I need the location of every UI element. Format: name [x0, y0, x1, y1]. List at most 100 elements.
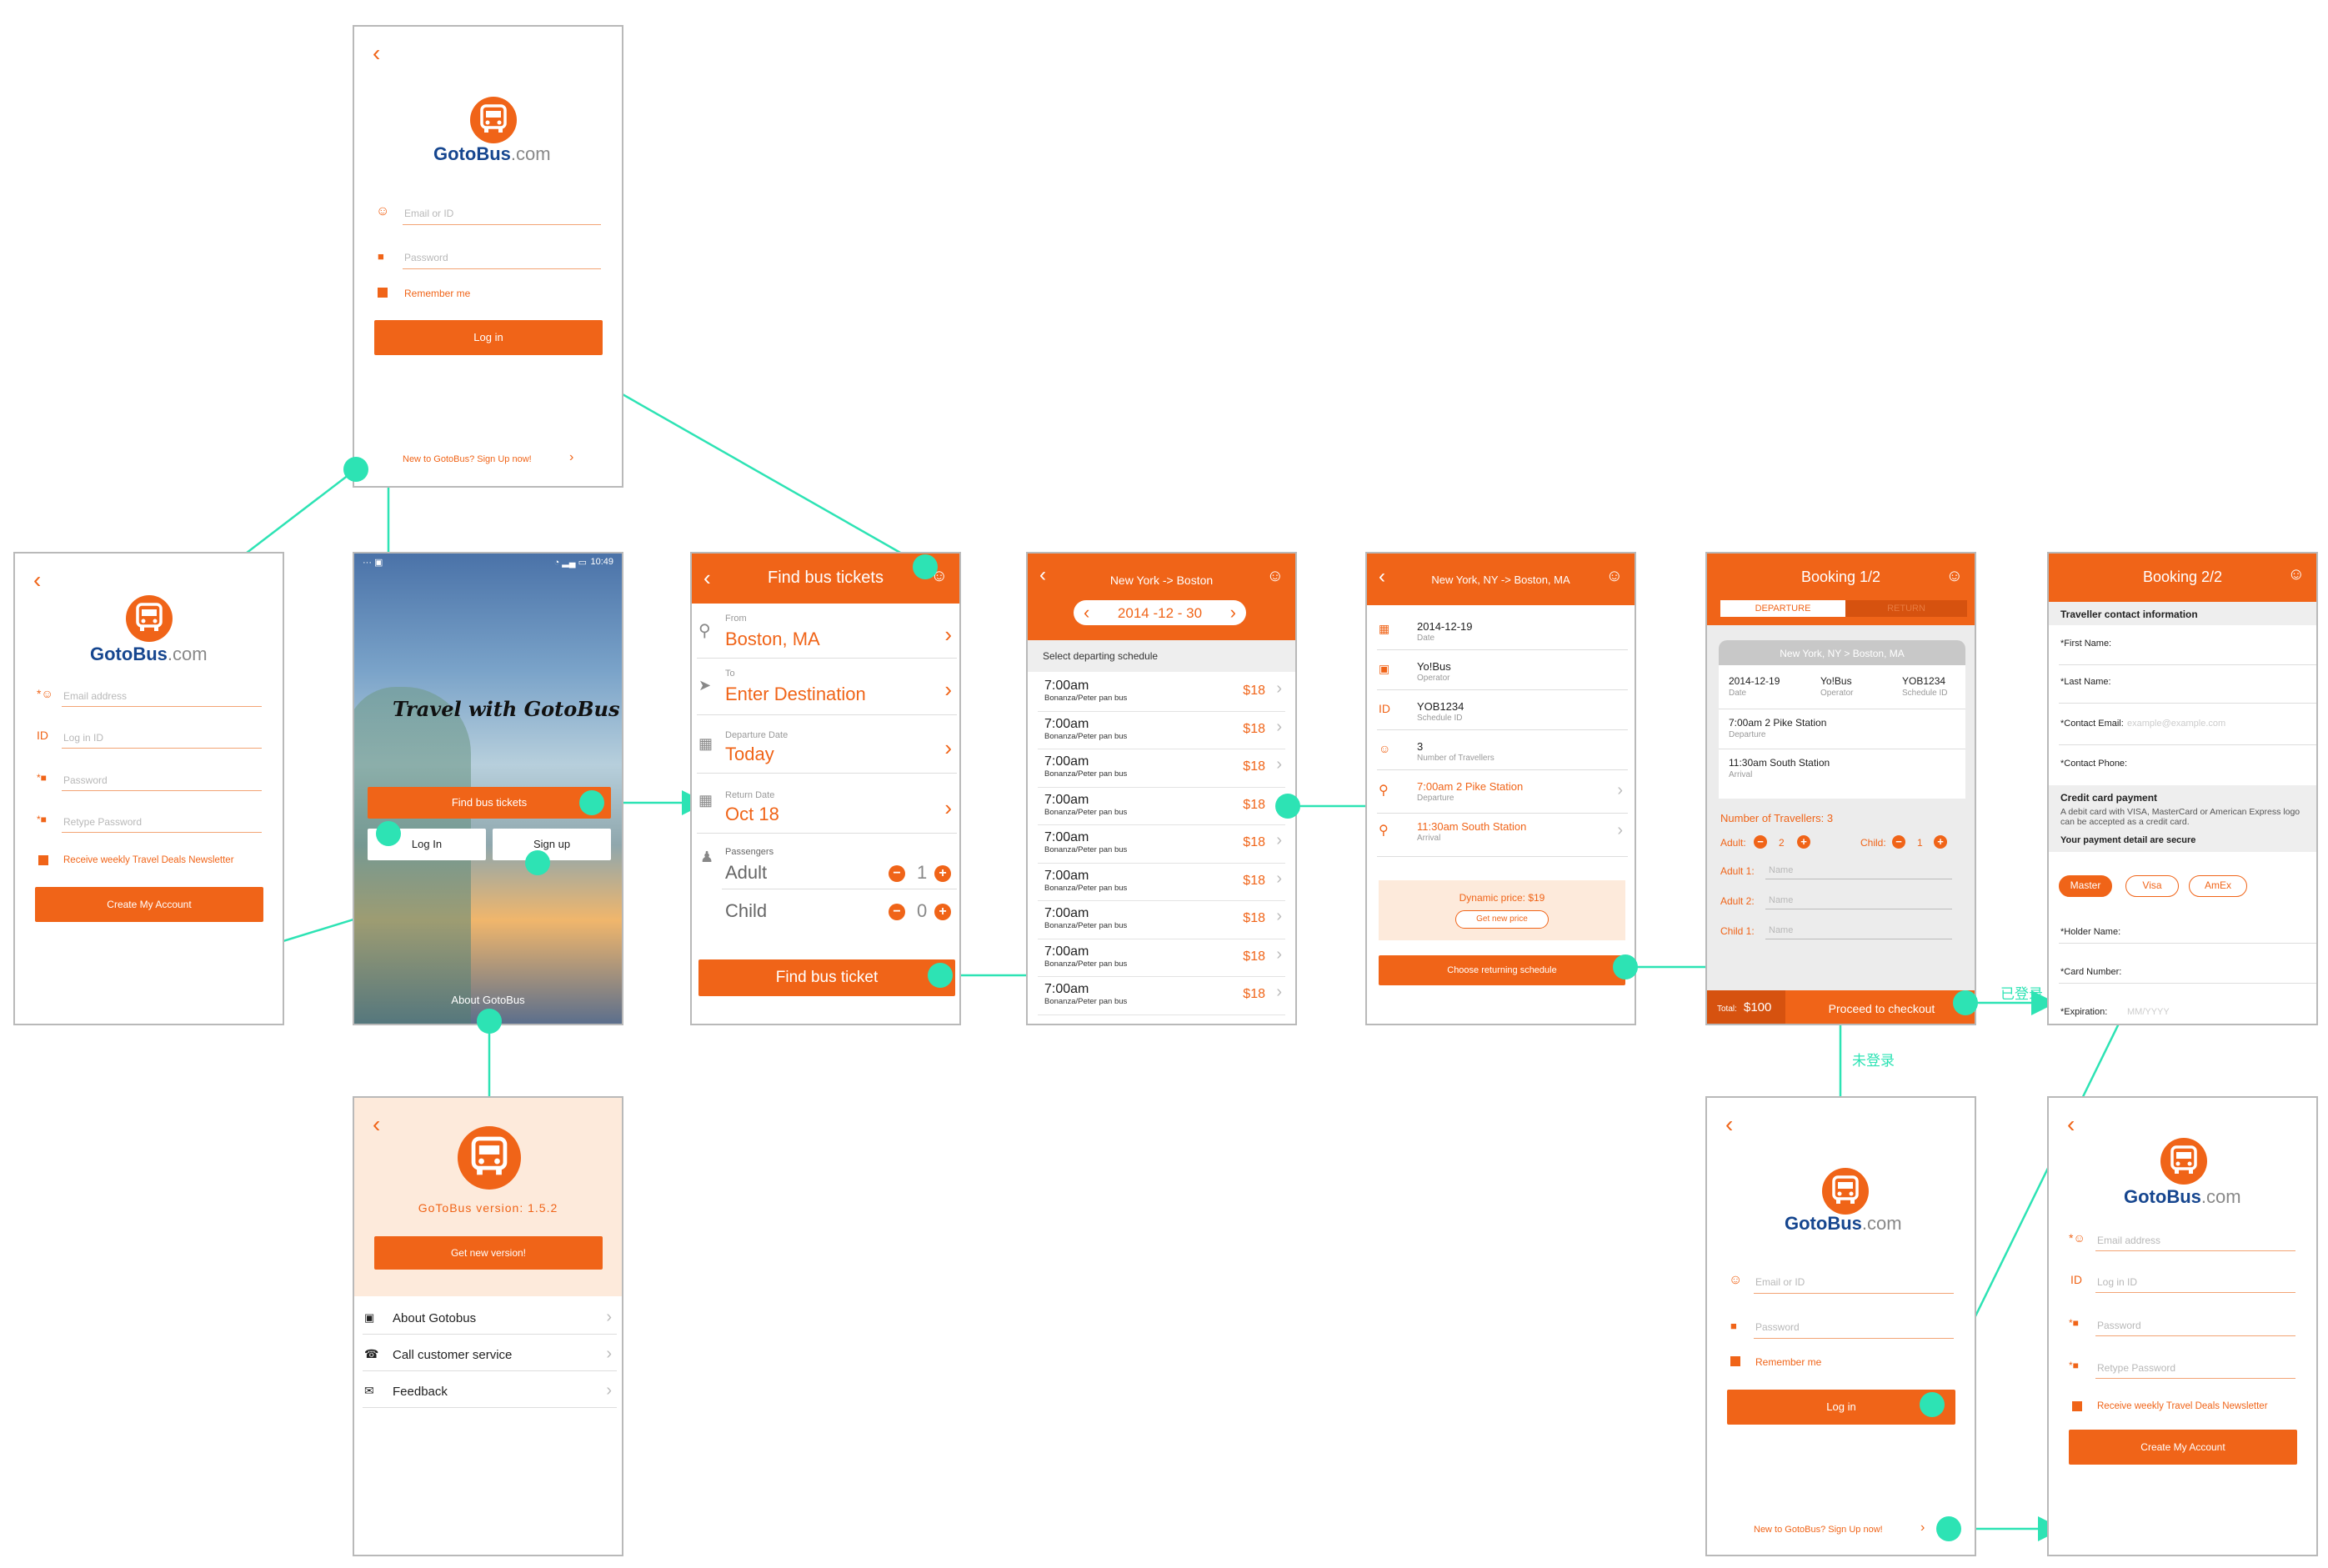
schedule-row[interactable]: 7:00amBonanza/Peter pan bus$18› — [1038, 939, 1285, 977]
password-input[interactable]: Password — [1755, 1321, 1800, 1333]
back-icon[interactable]: ‹ — [2067, 1113, 2075, 1136]
last-name-field[interactable]: *Last Name: — [2059, 665, 2316, 704]
expiration-field[interactable]: *Expiration: MM/YYYY — [2059, 984, 2316, 1024]
get-new-version-button[interactable]: Get new version! — [374, 1236, 603, 1270]
minus-icon[interactable]: − — [1892, 835, 1905, 849]
back-icon[interactable]: ‹ — [1725, 1113, 1733, 1136]
menu-item-feedback[interactable]: ✉ Feedback › — [363, 1375, 617, 1408]
user-icon[interactable]: ☺ — [2288, 565, 2305, 584]
gotobus-logo-icon — [126, 595, 173, 642]
tagline: Travel with GotoBus — [393, 697, 620, 721]
date-selector[interactable]: ‹ 2014 -12 - 30 › — [1074, 600, 1246, 625]
minus-icon[interactable]: − — [1754, 835, 1767, 849]
remember-label: Remember me — [1755, 1356, 1822, 1368]
departure-label: Departure — [1417, 794, 1454, 803]
holder-name-field[interactable]: *Holder Name: — [2059, 904, 2316, 944]
operator-label: Operator — [1417, 674, 1450, 683]
detail-departure-row[interactable]: ⚲ 7:00am 2 Pike Station Departure › — [1377, 774, 1628, 814]
detail-arrival-row[interactable]: ⚲ 11:30am South Station Arrival › — [1377, 817, 1628, 857]
departure-date-field[interactable]: ▦ Departure Date Today › — [697, 719, 957, 774]
email-input[interactable]: Email or ID — [1755, 1276, 1805, 1288]
user-icon[interactable]: ☺ — [1946, 567, 1963, 586]
back-icon[interactable]: ‹ — [373, 42, 380, 65]
signup-button[interactable]: Sign up — [493, 829, 611, 860]
first-name-field[interactable]: *First Name: — [2059, 627, 2316, 665]
plus-icon[interactable]: + — [934, 904, 951, 920]
proceed-checkout-button[interactable]: Proceed to checkout — [1785, 1002, 1975, 1015]
signup-link[interactable]: New to GotoBus? Sign Up now! — [1754, 1525, 1883, 1535]
schedule-row[interactable]: 7:00amBonanza/Peter pan bus$18› — [1038, 788, 1285, 825]
card-visa-button[interactable]: Visa — [2125, 875, 2179, 897]
child1-name-input[interactable]: Name — [1769, 925, 1793, 935]
schedule-row[interactable]: 7:00amBonanza/Peter pan bus$18› — [1038, 901, 1285, 939]
create-account-button[interactable]: Create My Account — [2069, 1430, 2297, 1465]
remember-checkbox[interactable] — [1730, 1356, 1740, 1366]
tab-departure[interactable]: DEPARTURE — [1720, 600, 1845, 617]
email-field[interactable]: *Contact Email: example@example.com — [2059, 704, 2316, 745]
schedule-row[interactable]: 7:00amBonanza/Peter pan bus$18› — [1038, 749, 1285, 788]
password-input[interactable]: Password — [63, 774, 108, 786]
minus-icon[interactable]: − — [889, 865, 905, 882]
password-input[interactable]: Password — [404, 252, 448, 263]
email-input[interactable]: Email address — [2097, 1235, 2160, 1246]
create-account-button[interactable]: Create My Account — [35, 887, 263, 922]
back-icon[interactable]: ‹ — [33, 569, 41, 592]
plus-icon[interactable]: + — [1797, 835, 1810, 849]
gotobus-logo-icon — [470, 97, 517, 143]
schedule-row[interactable]: 7:00amBonanza/Peter pan bus$18› — [1038, 864, 1285, 901]
email-input[interactable]: Email address — [63, 690, 127, 702]
back-icon[interactable]: ‹ — [373, 1113, 380, 1136]
phone-field[interactable]: *Contact Phone: — [2059, 745, 2316, 784]
card-master-button[interactable]: Master — [2059, 875, 2112, 897]
schedule-row[interactable]: 7:00amBonanza/Peter pan bus$18› — [1038, 674, 1285, 712]
minus-icon[interactable]: − — [889, 904, 905, 920]
to-field[interactable]: ➤ To Enter Destination › — [697, 662, 957, 715]
lock-icon: ■ — [1730, 1320, 1737, 1332]
find-bus-ticket-button[interactable]: Find bus ticket — [698, 959, 955, 996]
menu-item-about[interactable]: ▣ About Gotobus › — [363, 1301, 617, 1335]
card-number-field[interactable]: *Card Number: — [2059, 944, 2316, 984]
choose-returning-button[interactable]: Choose returning schedule — [1379, 955, 1625, 985]
retype-password-input[interactable]: Retype Password — [63, 816, 142, 828]
email-input[interactable]: Email or ID — [404, 208, 453, 219]
menu-item-call[interactable]: ☎ Call customer service › — [363, 1338, 617, 1371]
plus-icon[interactable]: + — [1934, 835, 1947, 849]
newsletter-checkbox[interactable] — [38, 855, 48, 865]
adult-label: Adult — [725, 862, 768, 883]
login-id-input[interactable]: Log in ID — [63, 732, 103, 744]
departure-time: 7:00am — [1044, 792, 1089, 807]
remember-checkbox[interactable] — [378, 288, 388, 298]
user-icon[interactable]: ☺ — [1606, 567, 1623, 586]
user-icon[interactable]: ☺ — [1267, 567, 1284, 586]
newsletter-checkbox[interactable] — [2072, 1401, 2082, 1411]
person-icon: ☺ — [1379, 742, 1391, 755]
next-date-icon[interactable]: › — [1230, 602, 1236, 624]
return-value: Oct 18 — [725, 804, 779, 824]
schedule-row[interactable]: 7:00amBonanza/Peter pan bus$18› — [1038, 712, 1285, 749]
get-new-price-button[interactable]: Get new price — [1455, 910, 1549, 929]
schedule-row[interactable]: 7:00amBonanza/Peter pan bus$18› — [1038, 977, 1285, 1015]
adult-count: 1 — [917, 862, 928, 883]
date-label: Date — [1729, 689, 1747, 698]
child1-label: Child 1: — [1720, 925, 1755, 937]
from-value: Boston, MA — [725, 629, 820, 649]
route-title: New York, NY -> Boston, MA — [1431, 574, 1570, 586]
adult1-name-input[interactable]: Name — [1769, 865, 1793, 875]
about-link[interactable]: About GotoBus — [354, 994, 622, 1006]
schedule-row[interactable]: 7:00amBonanza/Peter pan bus$18› — [1038, 825, 1285, 864]
return-date-field[interactable]: ▦ Return Date Oct 18 › — [697, 777, 957, 834]
card-amex-button[interactable]: AmEx — [2189, 875, 2247, 897]
login-button[interactable]: Log in — [374, 320, 603, 355]
signup-link[interactable]: New to GotoBus? Sign Up now! — [403, 454, 532, 464]
find-bus-tickets-button[interactable]: Find bus tickets — [368, 787, 611, 819]
retype-password-input[interactable]: Retype Password — [2097, 1362, 2175, 1374]
adult2-name-input[interactable]: Name — [1769, 895, 1793, 905]
from-field[interactable]: ⚲ From Boston, MA › — [697, 609, 957, 659]
plus-icon[interactable]: + — [934, 865, 951, 882]
password-input[interactable]: Password — [2097, 1320, 2141, 1331]
input-underline — [2095, 1335, 2295, 1336]
login-id-input[interactable]: Log in ID — [2097, 1276, 2137, 1288]
child-label: Child — [725, 900, 768, 921]
find-tickets-screen: ‹ Find bus tickets ☺ ⚲ From Boston, MA ›… — [690, 552, 961, 1025]
tab-return[interactable]: RETURN — [1845, 600, 1967, 617]
